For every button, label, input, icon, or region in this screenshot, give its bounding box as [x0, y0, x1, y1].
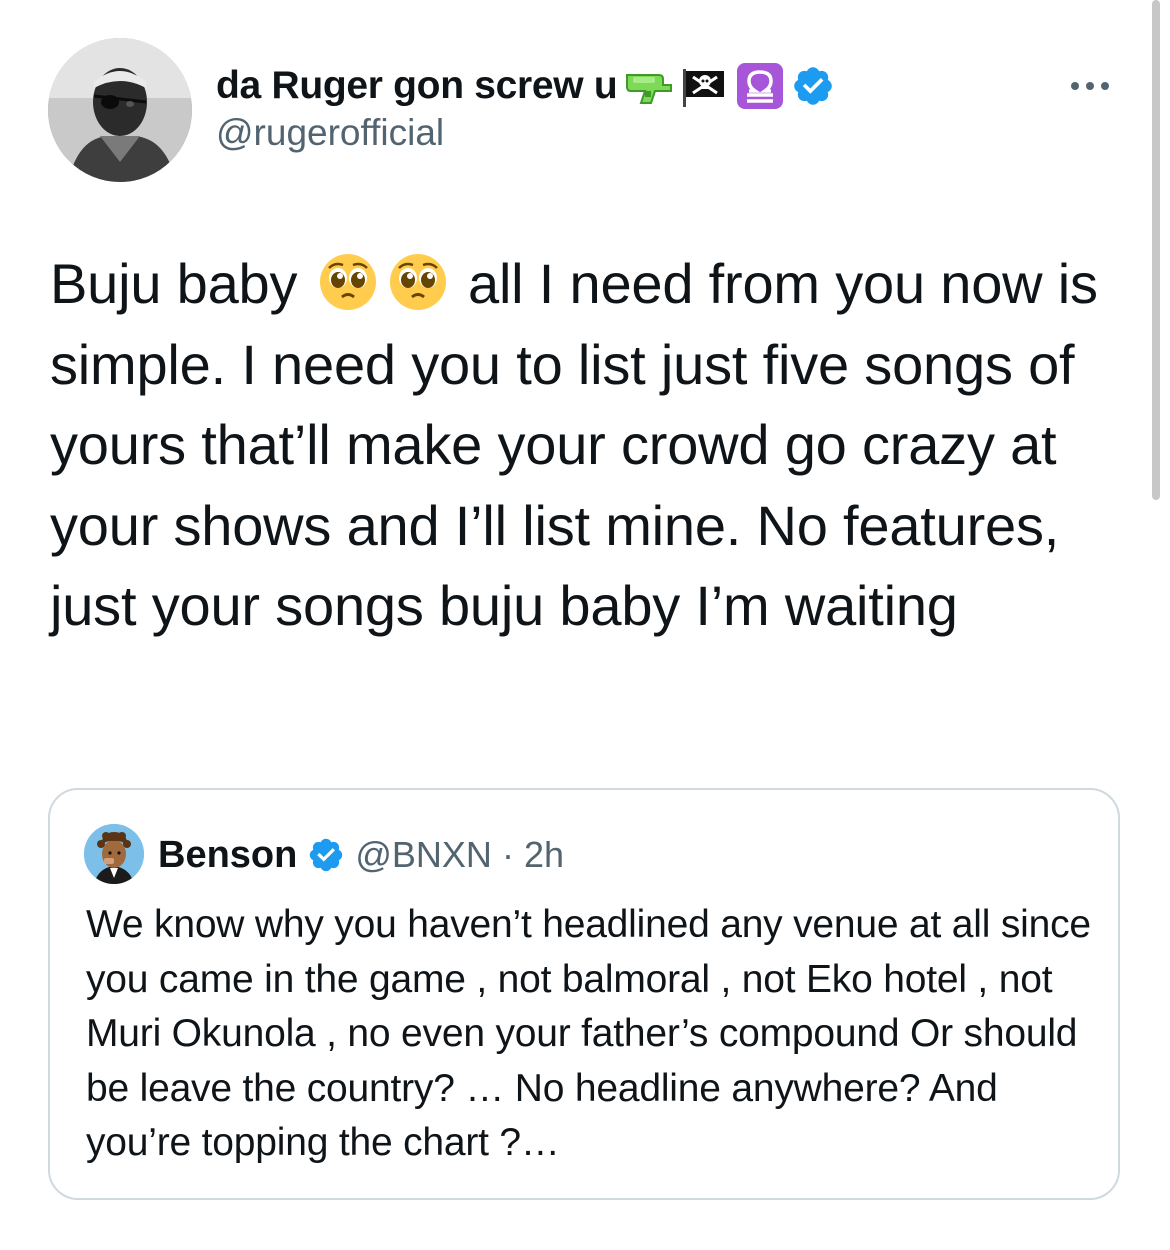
verified-badge-icon — [307, 836, 345, 874]
quoted-header: Benson @BNXN · 2h — [158, 830, 564, 880]
more-dot-icon — [1071, 82, 1079, 90]
pleading-face-icon — [387, 251, 449, 313]
quoted-separator: · — [501, 834, 514, 875]
author-display-name[interactable]: da Ruger gon screw u — [216, 64, 618, 108]
more-options-button[interactable] — [1062, 68, 1118, 104]
quoted-handle[interactable]: @BNXN — [355, 834, 492, 876]
quoted-tweet-card[interactable]: Benson @BNXN · 2h We know why you haven’… — [48, 788, 1120, 1200]
more-dot-icon — [1086, 82, 1094, 90]
quoted-display-name[interactable]: Benson — [158, 834, 297, 877]
author-avatar-image — [48, 38, 192, 182]
tweet-text: Buju baby all I need from you now is sim… — [50, 244, 1130, 647]
pleading-face-icon — [317, 251, 379, 313]
pirate-flag-icon — [679, 61, 729, 111]
author-avatar[interactable] — [48, 38, 192, 182]
author-handle[interactable]: @rugerofficial — [216, 112, 444, 154]
more-dot-icon — [1101, 82, 1109, 90]
author-name-row: da Ruger gon screw u — [216, 58, 835, 114]
tweet-lead: Buju baby — [50, 252, 298, 315]
quoted-author-avatar[interactable] — [84, 824, 144, 884]
verified-badge-icon — [791, 64, 835, 108]
scrollbar-thumb[interactable] — [1152, 0, 1160, 500]
quoted-tweet-text: We know why you haven’t headlined any ve… — [86, 903, 1091, 1164]
water-pistol-icon — [623, 61, 673, 111]
quoted-timestamp[interactable]: 2h — [524, 834, 564, 876]
libra-sign-icon — [735, 61, 785, 111]
quoted-avatar-image — [84, 824, 144, 884]
